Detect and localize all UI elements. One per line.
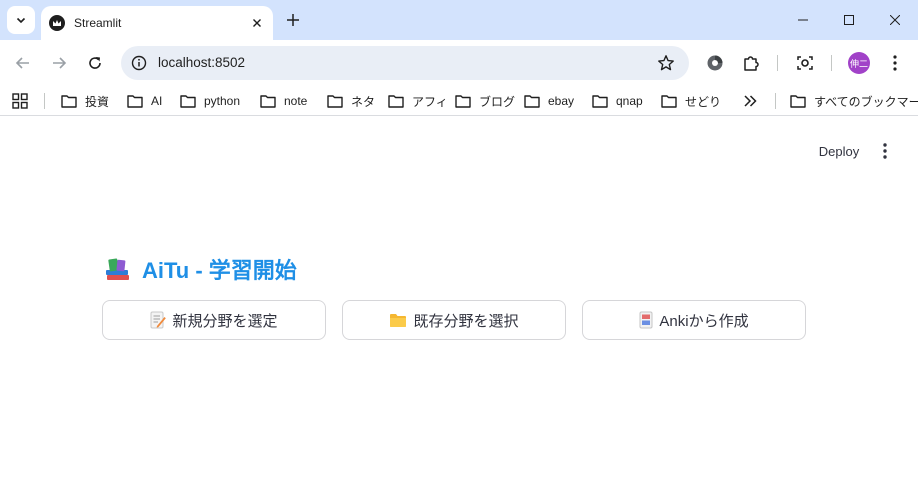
minimize-button[interactable]: [780, 0, 826, 40]
folder-icon: [389, 313, 407, 328]
camera-lens-icon: [797, 56, 813, 70]
bookmarks-divider: [775, 93, 776, 109]
puzzle-icon: [744, 56, 759, 71]
books-icon: [106, 258, 129, 280]
toolbar-divider: [831, 55, 832, 71]
kebab-menu-icon: [883, 143, 887, 159]
bookmark-label: python: [204, 94, 241, 108]
folder-icon: [127, 95, 143, 108]
kebab-menu-icon: [893, 55, 897, 71]
tab-search-button[interactable]: [7, 6, 35, 34]
tab-title: Streamlit: [74, 16, 122, 30]
arrow-right-icon: [53, 57, 67, 69]
url-text: localhost:8502: [158, 55, 246, 70]
deploy-button[interactable]: Deploy: [808, 136, 870, 166]
page-title: AiTu - 学習開始: [142, 258, 297, 283]
page-title-row: AiTu - 学習開始: [104, 252, 297, 286]
maximize-icon: [844, 15, 854, 25]
close-icon: [890, 15, 900, 25]
bookmark-folder[interactable]: ブログ: [455, 86, 515, 116]
bookmark-label: アフィ: [412, 94, 448, 109]
profile-avatar[interactable]: 伸二: [848, 52, 870, 74]
all-bookmarks-folder[interactable]: すべてのブックマーク: [790, 86, 918, 116]
bookmark-label: qnap: [616, 94, 643, 108]
extensions-button[interactable]: [739, 51, 763, 75]
tab-close-button[interactable]: [249, 15, 265, 31]
browser-toolbar: localhost:8502 伸二: [0, 40, 918, 86]
bookmark-label: AI: [151, 94, 163, 108]
folder-icon: [388, 95, 404, 108]
forward-button[interactable]: [47, 51, 71, 75]
card-icon: [639, 311, 653, 329]
folder-icon: [661, 95, 677, 108]
bookmark-folder[interactable]: ネタ: [327, 86, 375, 116]
reload-button[interactable]: [83, 51, 107, 75]
bookmark-label: 投資: [85, 94, 110, 109]
info-icon[interactable]: [131, 55, 147, 71]
anki-create-button[interactable]: Ankiから作成: [582, 300, 806, 340]
bookmark-folder[interactable]: ebay: [524, 86, 574, 116]
bookmarks-bar: 投資 AI python note ネタ アフィ ブログ ebay qnap せ…: [0, 86, 918, 116]
bookmark-folder[interactable]: qnap: [592, 86, 643, 116]
extension-button[interactable]: [703, 51, 727, 75]
folder-icon: [61, 95, 77, 108]
media-control-icon: [707, 55, 723, 71]
folder-icon: [524, 95, 540, 108]
new-field-button[interactable]: 新規分野を選定: [102, 300, 326, 340]
chevron-down-icon: [16, 17, 26, 24]
bookmark-label: ネタ: [351, 94, 376, 109]
plus-icon: [287, 14, 299, 26]
reload-icon: [89, 57, 101, 69]
window-close-button[interactable]: [872, 0, 918, 40]
new-tab-button[interactable]: [283, 10, 303, 30]
folder-icon: [790, 95, 806, 108]
bookmarks-divider: [44, 93, 45, 109]
apps-grid-icon[interactable]: [12, 93, 28, 109]
maximize-button[interactable]: [826, 0, 872, 40]
bookmark-label: ブログ: [479, 94, 516, 109]
close-icon: [253, 19, 261, 27]
tab-strip: Streamlit: [0, 0, 918, 40]
bookmark-folder[interactable]: python: [180, 86, 240, 116]
bookmark-folder[interactable]: note: [260, 86, 307, 116]
anki-create-label: Ankiから作成: [659, 312, 749, 330]
bookmark-label: ebay: [548, 94, 575, 108]
back-button[interactable]: [11, 51, 35, 75]
address-bar[interactable]: localhost:8502: [121, 46, 689, 80]
folder-icon: [455, 95, 471, 108]
new-field-label: 新規分野を選定: [172, 312, 278, 330]
app-menu-button[interactable]: [875, 141, 895, 161]
double-chevron-right-icon[interactable]: [742, 93, 758, 109]
screenshot-button[interactable]: [793, 51, 817, 75]
existing-field-button[interactable]: 既存分野を選択: [342, 300, 566, 340]
bookmark-label: note: [284, 94, 308, 108]
bookmark-folder[interactable]: AI: [127, 86, 162, 116]
browser-tab[interactable]: Streamlit: [41, 6, 273, 40]
bookmark-label: せどり: [685, 94, 722, 109]
star-icon[interactable]: [657, 54, 675, 72]
bookmark-folder[interactable]: アフィ: [388, 86, 448, 116]
folder-icon: [180, 95, 196, 108]
bookmark-folder[interactable]: 投資: [61, 86, 109, 116]
arrow-left-icon: [15, 57, 29, 69]
toolbar-divider: [777, 55, 778, 71]
memo-icon: [150, 311, 167, 329]
bookmark-folder[interactable]: せどり: [661, 86, 721, 116]
folder-icon: [327, 95, 343, 108]
browser-menu-button[interactable]: [883, 51, 907, 75]
streamlit-crown-icon: [49, 15, 65, 31]
minimize-icon: [798, 19, 808, 21]
all-bookmarks-label: すべてのブックマーク: [814, 94, 918, 109]
folder-icon: [592, 95, 608, 108]
existing-field-label: 既存分野を選択: [413, 312, 519, 330]
folder-icon: [260, 95, 276, 108]
